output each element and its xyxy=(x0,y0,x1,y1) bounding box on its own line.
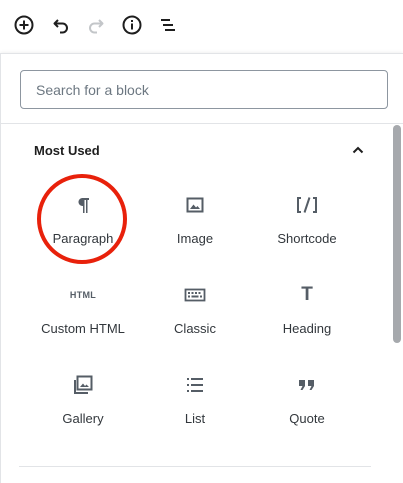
add-block-button[interactable] xyxy=(12,13,36,37)
block-heading[interactable]: T Heading xyxy=(251,283,363,363)
redo-button[interactable] xyxy=(84,13,108,37)
block-label: Heading xyxy=(282,321,332,336)
gallery-icon xyxy=(71,373,95,397)
keyboard-icon xyxy=(183,283,207,307)
search-section xyxy=(1,54,403,124)
block-label: Classic xyxy=(174,321,216,336)
block-classic[interactable]: Classic xyxy=(139,283,251,363)
block-label: List xyxy=(184,411,206,426)
shortcode-icon xyxy=(295,193,319,217)
block-label: Shortcode xyxy=(277,231,337,246)
quote-icon xyxy=(295,373,319,397)
chevron-up-icon[interactable] xyxy=(348,140,368,160)
editor-toolbar xyxy=(0,0,403,52)
plus-circle-icon xyxy=(14,15,34,35)
block-label: Paragraph xyxy=(52,231,114,246)
block-label: Custom HTML xyxy=(41,321,125,336)
redo-icon xyxy=(89,19,104,34)
block-gallery[interactable]: Gallery xyxy=(27,373,139,453)
scrollbar-thumb[interactable] xyxy=(393,125,401,343)
section-title: Most Used xyxy=(34,142,100,158)
block-shortcode[interactable]: Shortcode xyxy=(251,193,363,273)
block-label: Image xyxy=(176,231,214,246)
scrollbar-track[interactable] xyxy=(393,125,401,483)
heading-icon: T xyxy=(301,284,313,305)
block-list[interactable]: List xyxy=(139,373,251,453)
block-image[interactable]: Image xyxy=(139,193,251,273)
outline-button[interactable] xyxy=(156,13,180,37)
block-label: Quote xyxy=(289,411,325,426)
info-icon xyxy=(122,15,142,35)
paragraph-icon xyxy=(71,193,95,217)
most-used-section-header[interactable]: Most Used xyxy=(19,128,371,172)
block-search-input[interactable] xyxy=(20,70,388,109)
block-custom-html[interactable]: HTML Custom HTML xyxy=(27,283,139,363)
block-label: Gallery xyxy=(62,411,104,426)
info-button[interactable] xyxy=(120,13,144,37)
undo-icon xyxy=(53,19,68,34)
block-quote[interactable]: Quote xyxy=(251,373,363,453)
list-outline-icon xyxy=(161,19,175,31)
html-icon: HTML xyxy=(69,290,97,300)
undo-button[interactable] xyxy=(49,13,73,37)
image-icon xyxy=(183,193,207,217)
list-icon xyxy=(183,373,207,397)
block-paragraph[interactable]: Paragraph xyxy=(27,193,139,273)
section-divider xyxy=(19,466,371,467)
